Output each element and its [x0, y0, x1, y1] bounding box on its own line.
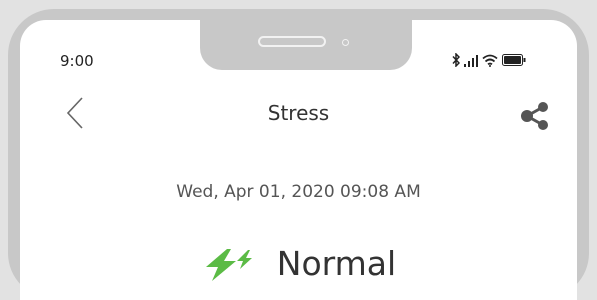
status-bar-icons: [452, 52, 526, 68]
bluetooth-icon: [452, 53, 460, 67]
lightning-bolt-icon: [205, 248, 252, 281]
share-button[interactable]: [517, 98, 551, 132]
front-camera: [342, 39, 349, 46]
speaker-grille: [258, 36, 326, 47]
page-title: Stress: [267, 101, 330, 125]
reading-datetime: Wed, Apr 01, 2020 09:08 AM: [176, 182, 421, 202]
signal-icon: [464, 54, 478, 67]
small-bolt: [236, 249, 252, 269]
stress-status: Normal: [0, 244, 597, 283]
stress-status-text: Normal: [276, 244, 397, 283]
large-bolt: [205, 248, 236, 281]
share-icon: [521, 102, 548, 130]
status-bar-time: 9:00: [60, 52, 94, 70]
battery-icon: [502, 54, 526, 66]
wifi-icon: [482, 54, 498, 67]
